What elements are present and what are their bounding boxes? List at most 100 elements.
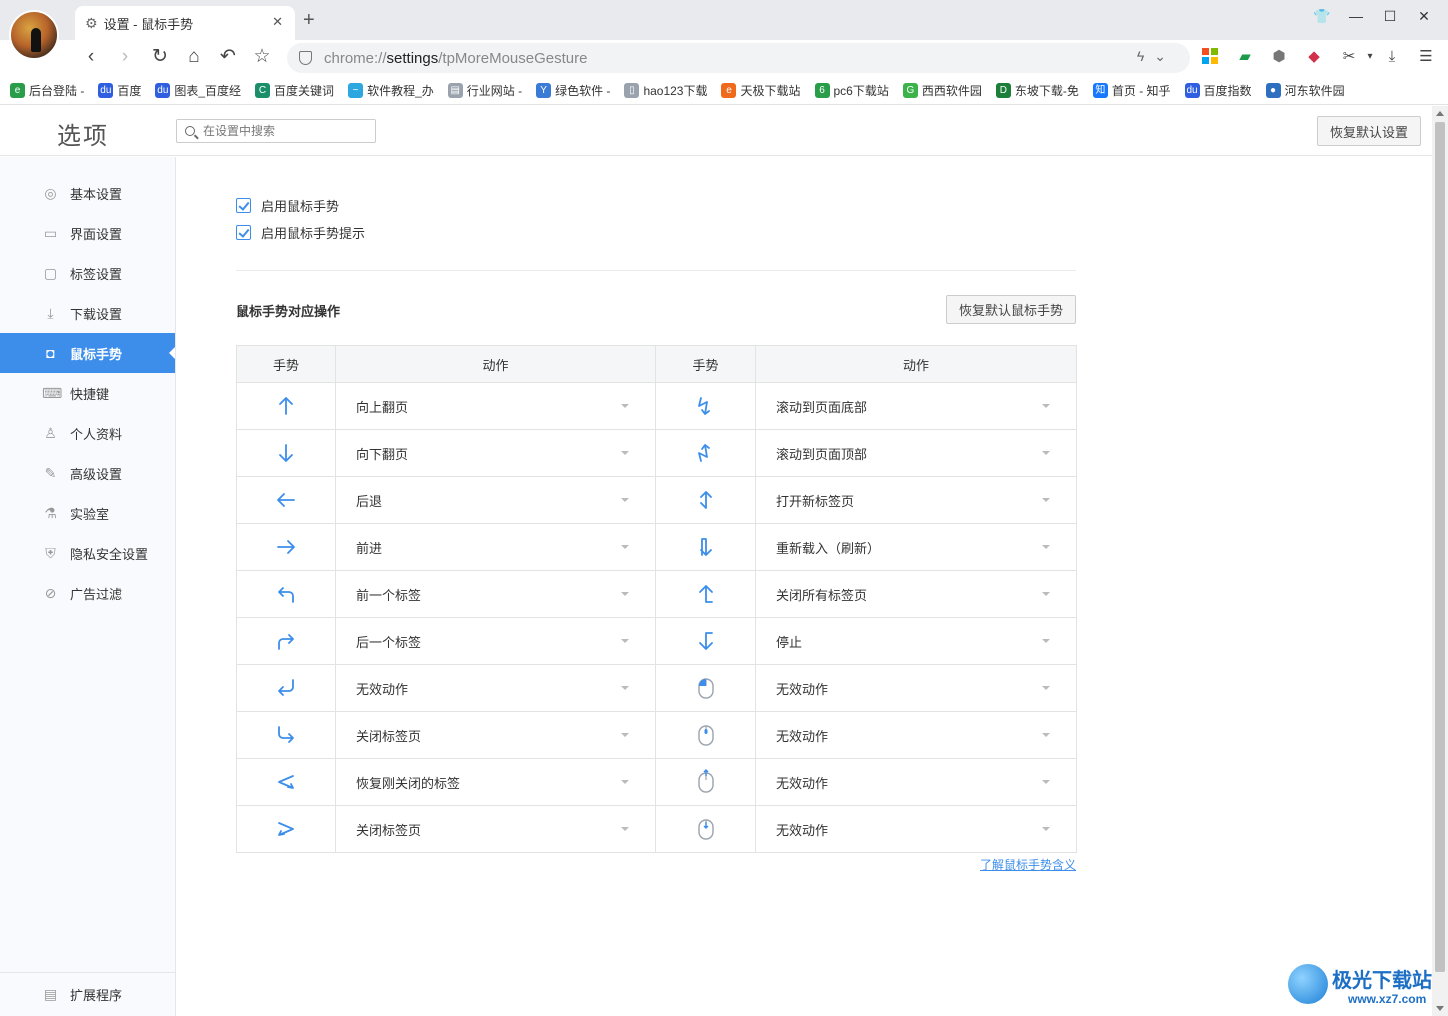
action-select[interactable]: 关闭标签页 xyxy=(335,805,656,853)
bookmark-item[interactable]: 6 pc6下载站 xyxy=(814,82,889,99)
lightning-icon[interactable]: ϟ⌄ xyxy=(1137,48,1176,65)
gray-extension-icon[interactable]: ⬢ xyxy=(1270,48,1288,66)
action-select[interactable]: 无效动作 xyxy=(755,805,1077,853)
chevron-down-icon[interactable] xyxy=(621,451,629,455)
scissors-dropdown-icon[interactable]: ▾ xyxy=(1361,48,1379,66)
action-select[interactable]: 后一个标签 xyxy=(335,617,656,665)
green-extension-icon[interactable]: ▰ xyxy=(1236,48,1254,66)
page-scrollbar[interactable] xyxy=(1432,106,1448,1016)
chevron-down-icon[interactable] xyxy=(621,780,629,784)
tab-settings[interactable]: ⚙ 设置 - 鼠标手势 ✕ xyxy=(75,6,295,40)
bookmark-item[interactable]: ~ 软件教程_办 xyxy=(348,82,434,99)
bookmark-item[interactable]: ▤ 行业网站 - xyxy=(447,82,522,99)
action-select[interactable]: 无效动作 xyxy=(335,664,656,712)
action-select[interactable]: 打开新标签页 xyxy=(755,476,1077,524)
sidebar-item-shield-plus[interactable]: ⛨ 隐私安全设置 xyxy=(0,533,175,573)
chevron-down-icon[interactable] xyxy=(1042,827,1050,831)
action-select[interactable]: 前一个标签 xyxy=(335,570,656,618)
back-button[interactable]: ‹ xyxy=(78,44,104,70)
checkbox-checked[interactable] xyxy=(236,225,251,240)
chevron-down-icon[interactable] xyxy=(1042,686,1050,690)
menu-icon[interactable]: ☰ xyxy=(1417,48,1435,66)
action-select[interactable]: 滚动到页面顶部 xyxy=(755,429,1077,477)
action-select[interactable]: 关闭所有标签页 xyxy=(755,570,1077,618)
close-window-button[interactable]: ✕ xyxy=(1414,8,1434,25)
forward-button[interactable]: › xyxy=(112,44,138,70)
tab-close-button[interactable]: ✕ xyxy=(272,14,283,30)
download-icon[interactable]: ⤓ xyxy=(1383,48,1401,66)
chevron-down-icon[interactable] xyxy=(621,545,629,549)
windows-extension-icon[interactable] xyxy=(1201,48,1219,66)
bookmark-item[interactable]: D 东坡下载-免 xyxy=(995,82,1079,99)
checkbox-checked[interactable] xyxy=(236,198,251,213)
restore-defaults-button[interactable]: 恢复默认设置 xyxy=(1317,116,1421,146)
home-button[interactable]: ⌂ xyxy=(181,44,207,70)
bookmark-item[interactable]: G 西西软件园 xyxy=(902,82,982,99)
chevron-down-icon[interactable] xyxy=(1042,451,1050,455)
enable-gesture-checkbox[interactable]: 启用鼠标手势 xyxy=(236,192,365,219)
bookmark-item[interactable]: Y 绿色软件 - xyxy=(536,82,610,99)
maximize-button[interactable]: ☐ xyxy=(1380,8,1400,25)
bookmark-item[interactable]: ● 河东软件园 xyxy=(1265,82,1345,99)
action-select[interactable]: 关闭标签页 xyxy=(335,711,656,759)
chevron-down-icon[interactable] xyxy=(621,404,629,408)
scrollbar-thumb[interactable] xyxy=(1435,122,1445,972)
bookmark-item[interactable]: ▯ hao123下载 xyxy=(624,82,707,99)
action-select[interactable]: 向下翻页 xyxy=(335,429,656,477)
bookmark-item[interactable]: du 百度 xyxy=(98,82,141,99)
bookmark-item[interactable]: e 天极下载站 xyxy=(721,82,801,99)
chevron-down-icon[interactable] xyxy=(1042,639,1050,643)
action-select[interactable]: 向上翻页 xyxy=(335,382,656,430)
settings-search[interactable] xyxy=(176,119,376,143)
new-tab-button[interactable]: + xyxy=(303,9,315,32)
action-select[interactable]: 前进 xyxy=(335,523,656,571)
sidebar-item-keyboard[interactable]: ⌨ 快捷键 xyxy=(0,373,175,413)
bookmark-item[interactable]: e 后台登陆 - xyxy=(10,82,84,99)
action-select[interactable]: 后退 xyxy=(335,476,656,524)
search-input[interactable] xyxy=(203,124,373,138)
action-select[interactable]: 无效动作 xyxy=(755,758,1077,806)
sidebar-item-settings-circle[interactable]: ◎ 基本设置 xyxy=(0,173,175,213)
chevron-down-icon[interactable] xyxy=(1042,498,1050,502)
sidebar-item-flask[interactable]: ⚗ 实验室 xyxy=(0,493,175,533)
address-bar[interactable]: chrome://settings/tpMoreMouseGesture ϟ⌄ xyxy=(287,43,1190,73)
chevron-down-icon[interactable] xyxy=(1042,545,1050,549)
chevron-down-icon[interactable] xyxy=(621,498,629,502)
reload-button[interactable]: ↻ xyxy=(147,44,173,70)
bookmark-item[interactable]: C 百度关键词 xyxy=(255,82,334,99)
chevron-down-icon[interactable] xyxy=(621,827,629,831)
enable-gesture-hint-checkbox[interactable]: 启用鼠标手势提示 xyxy=(236,219,365,246)
sidebar-item-mouse[interactable]: ◘ 鼠标手势 xyxy=(0,333,175,373)
bookmark-item[interactable]: 知首页 - 知乎 xyxy=(1092,82,1171,99)
chevron-down-icon[interactable] xyxy=(1042,733,1050,737)
chevron-down-icon[interactable] xyxy=(621,686,629,690)
learn-gestures-link[interactable]: 了解鼠标手势含义 xyxy=(980,856,1076,873)
chevron-down-icon[interactable] xyxy=(621,592,629,596)
sidebar-item-window[interactable]: ▭ 界面设置 xyxy=(0,213,175,253)
profile-avatar[interactable] xyxy=(9,10,59,60)
chevron-down-icon[interactable] xyxy=(1042,780,1050,784)
sidebar-item-block[interactable]: ⊘ 广告过滤 xyxy=(0,573,175,613)
cube-extension-icon[interactable]: ◆ xyxy=(1305,48,1323,66)
action-select[interactable]: 滚动到页面底部 xyxy=(755,382,1077,430)
action-select[interactable]: 恢复刚关闭的标签 xyxy=(335,758,656,806)
sidebar-item-tab[interactable]: ▢ 标签设置 xyxy=(0,253,175,293)
minimize-button[interactable]: — xyxy=(1346,8,1366,24)
sidebar-item-extensions[interactable]: ▤ 扩展程序 xyxy=(0,972,175,1016)
action-select[interactable]: 重新载入（刷新） xyxy=(755,523,1077,571)
bookmark-star-button[interactable]: ☆ xyxy=(249,44,275,70)
sidebar-item-wrench[interactable]: ✎ 高级设置 xyxy=(0,453,175,493)
bookmark-item[interactable]: du 图表_百度经 xyxy=(155,82,241,99)
bookmark-item[interactable]: du 百度指数 xyxy=(1184,82,1252,99)
chevron-down-icon[interactable] xyxy=(621,639,629,643)
action-select[interactable]: 无效动作 xyxy=(755,711,1077,759)
action-select[interactable]: 停止 xyxy=(755,617,1077,665)
sidebar-item-user[interactable]: ♙ 个人资料 xyxy=(0,413,175,453)
restore-gesture-defaults-button[interactable]: 恢复默认鼠标手势 xyxy=(946,295,1076,324)
undo-close-button[interactable]: ↶ xyxy=(215,44,241,70)
chevron-down-icon[interactable] xyxy=(1042,592,1050,596)
action-select[interactable]: 无效动作 xyxy=(755,664,1077,712)
chevron-down-icon[interactable] xyxy=(621,733,629,737)
skin-icon[interactable]: 👕 xyxy=(1312,8,1332,25)
scissors-icon[interactable]: ✂ xyxy=(1340,48,1358,66)
